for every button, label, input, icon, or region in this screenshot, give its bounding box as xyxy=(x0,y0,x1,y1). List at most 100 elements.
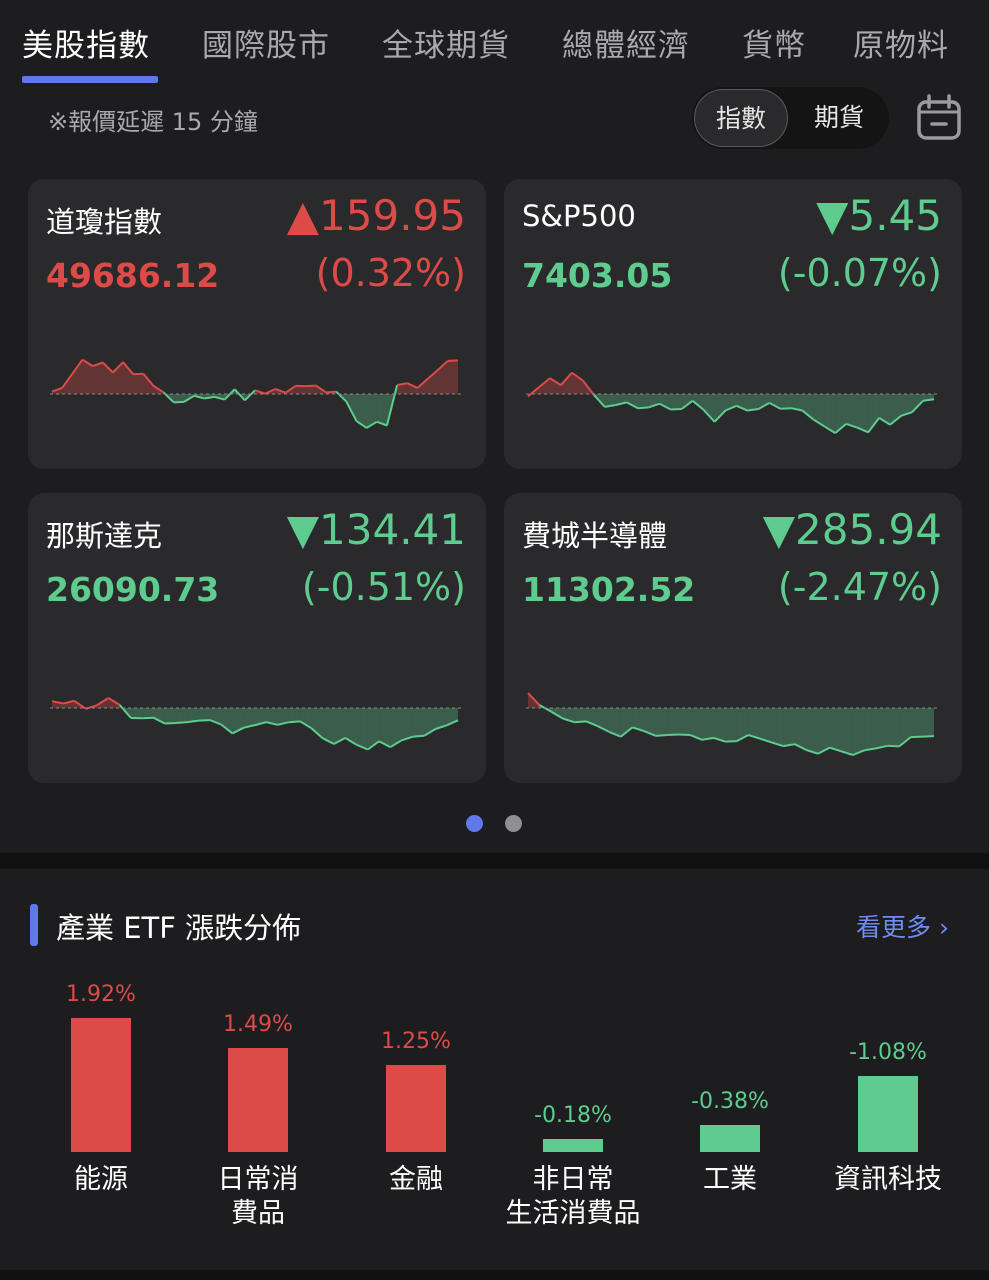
sparkline-area xyxy=(133,373,144,394)
sparkline-area xyxy=(876,708,888,749)
sparkline-segment xyxy=(175,721,188,724)
sparkline-segment xyxy=(678,733,691,737)
sparkline-area xyxy=(846,394,858,428)
sparkline-area xyxy=(92,362,103,394)
etf-sector-label: 能源 xyxy=(11,1163,191,1197)
etf-bar xyxy=(700,1125,760,1152)
index-change: ▼285.94 xyxy=(762,505,942,554)
etf-bar xyxy=(71,1017,131,1152)
index-name: 道瓊指數 xyxy=(46,205,163,239)
index-name: 那斯達克 xyxy=(46,519,163,553)
etf-sector-label-line: 資訊科技 xyxy=(834,1164,942,1195)
sparkline-area xyxy=(879,394,891,425)
index-name: 費城半導體 xyxy=(522,519,668,553)
etf-sector-label-line: 能源 xyxy=(74,1164,128,1195)
index-change: ▲159.95 xyxy=(286,191,466,240)
sparkline-area xyxy=(910,708,923,738)
etf-value: -0.18% xyxy=(534,1103,612,1129)
see-more-link[interactable]: 看更多 › xyxy=(856,908,949,944)
sparkline-segment xyxy=(910,735,923,739)
toggle-futures-button[interactable]: 期貨 xyxy=(792,89,886,147)
tab-commodities[interactable]: 原物料 xyxy=(853,20,949,65)
toggle-index-button[interactable]: 指數 xyxy=(694,89,788,147)
etf-sector-label-line: 費品 xyxy=(231,1198,285,1229)
sparkline-area xyxy=(725,708,737,742)
sparkline-area xyxy=(714,394,726,422)
calendar-icon[interactable] xyxy=(916,94,962,142)
sparkline-area xyxy=(887,708,900,747)
sparkline-area xyxy=(713,708,726,742)
etf-sector-label: 工業 xyxy=(640,1163,820,1197)
sparkline-area xyxy=(142,708,154,719)
tab-macro-economy[interactable]: 總體經濟 xyxy=(562,20,690,65)
tab-us-indices[interactable]: 美股指數 xyxy=(22,20,150,65)
etf-sector-label-line: 日常消 xyxy=(217,1164,299,1195)
etf-sector-label-line: 金融 xyxy=(389,1164,443,1195)
sparkline-area xyxy=(829,708,842,752)
sparkline-area xyxy=(747,394,759,411)
etf-value: 1.25% xyxy=(381,1028,451,1054)
index-card-nasdaq[interactable]: 那斯達克 ▼134.41 26090.73 (-0.51%) xyxy=(28,493,486,783)
sparkline-area xyxy=(794,708,807,750)
sparkline-area xyxy=(447,360,458,394)
etf-value: 1.92% xyxy=(66,981,136,1007)
index-percent: (0.32%) xyxy=(315,251,466,295)
sparkline-area xyxy=(667,708,679,735)
delay-note: ※報價延遲 15 分鐘 xyxy=(48,108,258,136)
etf-bar xyxy=(858,1076,918,1152)
index-card-dow[interactable]: 道瓊指數 ▲159.95 49686.12 (0.32%) xyxy=(28,179,486,469)
index-change: ▼5.45 xyxy=(816,191,942,240)
sparkline-segment xyxy=(780,407,792,410)
sparkline-area xyxy=(655,708,668,736)
sparkline-area xyxy=(164,708,177,724)
etf-sector-label-line: 生活消費品 xyxy=(505,1198,641,1229)
sparkline-segment xyxy=(173,400,184,404)
index-price: 11302.52 xyxy=(522,570,696,609)
sparkline-area xyxy=(288,708,301,723)
sparkline-segment xyxy=(922,735,935,738)
index-percent: (-0.51%) xyxy=(301,565,466,609)
sparkline-segment xyxy=(655,734,668,737)
etf-sector-label: 日常消 費品 xyxy=(168,1163,348,1231)
tab-global-futures[interactable]: 全球期貨 xyxy=(382,20,510,65)
index-card-sp500[interactable]: S&P500 ▼5.45 7403.05 (-0.07%) xyxy=(504,179,962,469)
sparkline-segment xyxy=(198,719,210,722)
sparkline-area xyxy=(401,708,413,741)
index-percent: (-2.47%) xyxy=(777,565,942,609)
sparkline-area xyxy=(703,394,715,422)
etf-bar xyxy=(543,1139,603,1152)
index-sparkline xyxy=(50,358,462,429)
page-dot[interactable] xyxy=(505,815,522,832)
sparkline-area xyxy=(574,708,586,723)
sparkline-segment xyxy=(887,744,900,748)
sparkline-area xyxy=(748,708,760,739)
etf-sector-label: 資訊科技 xyxy=(798,1163,978,1197)
tab-currency[interactable]: 貨幣 xyxy=(742,20,806,65)
sparkline-segment xyxy=(447,359,459,362)
page-dot-active[interactable] xyxy=(466,815,483,832)
sparkline-segment xyxy=(725,740,737,743)
index-percent: (-0.07%) xyxy=(777,251,942,295)
sparkline-area xyxy=(864,708,876,751)
index-card-sox[interactable]: 費城半導體 ▼285.94 11302.52 (-2.47%) xyxy=(504,493,962,783)
sparkline-area xyxy=(130,708,143,719)
section-accent-bar xyxy=(30,904,38,946)
market-overview: 美股指數 國際股市 全球期貨 總體經濟 貨幣 原物料 ※報價延遲 15 分鐘 指… xyxy=(0,0,989,853)
sparkline-segment xyxy=(325,390,337,394)
sparkline-area xyxy=(783,708,795,747)
sparkline-area xyxy=(852,708,865,755)
sparkline-segment xyxy=(670,408,682,411)
tab-international-markets[interactable]: 國際股市 xyxy=(202,20,330,65)
sparkline-area xyxy=(806,708,818,754)
index-price: 49686.12 xyxy=(46,256,220,295)
sparkline-area xyxy=(356,708,368,750)
index-sparkline xyxy=(526,371,938,434)
sparkline-segment xyxy=(574,720,587,724)
index-name: S&P500 xyxy=(522,199,636,233)
section-divider xyxy=(0,853,989,869)
etf-section-title: 產業 ETF 漲跌分佈 xyxy=(56,911,302,945)
market-tabs: 美股指數 國際股市 全球期貨 總體經濟 貨幣 原物料 xyxy=(0,0,989,90)
index-sparkline xyxy=(50,697,462,751)
sparkline-area xyxy=(376,394,387,426)
index-futures-toggle: 指數 期貨 xyxy=(692,87,889,149)
